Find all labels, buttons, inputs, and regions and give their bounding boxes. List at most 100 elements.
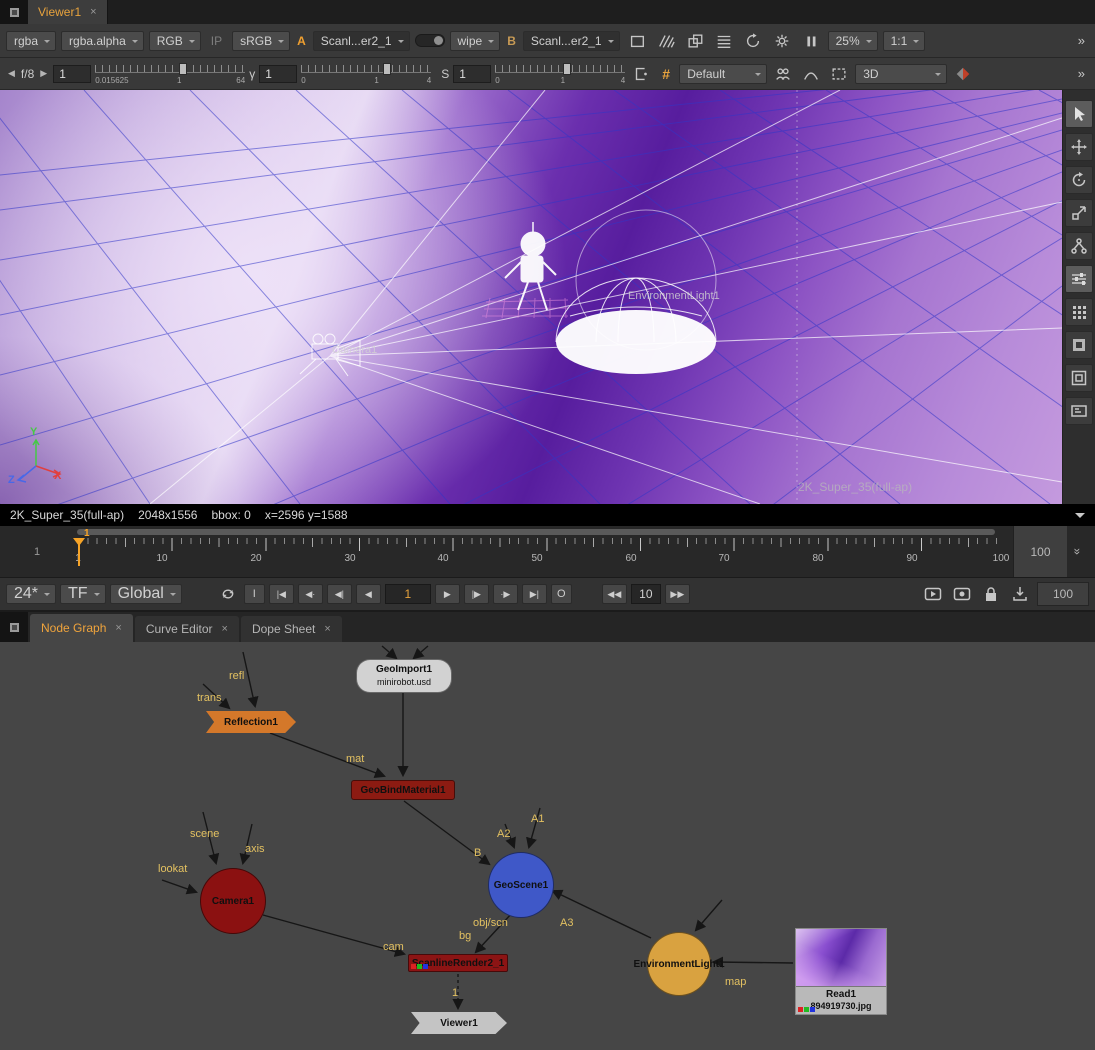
gamma-slider[interactable]: 0 1 4 [301, 60, 431, 88]
scale-icon[interactable] [1065, 199, 1093, 227]
capture-icon[interactable] [950, 583, 974, 605]
gamma-input[interactable]: 1 [259, 65, 297, 83]
close-icon[interactable]: × [324, 623, 330, 635]
saturation-slider[interactable]: 0 1 4 [495, 60, 625, 88]
step-back-button[interactable]: ◀| [327, 584, 352, 604]
roi-icon[interactable] [629, 63, 653, 85]
panel-grip[interactable] [0, 0, 28, 24]
timeline-expand-chevrons[interactable]: » [1053, 541, 1095, 563]
refresh-icon[interactable] [741, 30, 765, 52]
goto-start-button[interactable]: |◀ [269, 584, 294, 604]
square-outline-icon[interactable] [625, 30, 649, 52]
frame-increment-field[interactable]: 10 [631, 584, 661, 604]
node-environmentlight1[interactable]: EnvironmentLight1 [647, 932, 711, 996]
view-mode-dropdown[interactable]: 3D [855, 64, 947, 84]
lut-dropdown[interactable]: Default [679, 64, 767, 84]
gain-slider-track[interactable] [95, 65, 245, 73]
rotate-icon[interactable] [1065, 166, 1093, 194]
tab-node-graph[interactable]: Node Graph × [30, 614, 133, 642]
colorspace-dropdown[interactable]: sRGB [232, 31, 290, 51]
jump-forward-button[interactable]: ▶▶ [665, 584, 690, 604]
horizontal-lines-icon[interactable] [712, 30, 736, 52]
pause-icon[interactable] [799, 30, 823, 52]
play-forward-button[interactable]: ▶ [435, 584, 460, 604]
node-read1[interactable]: Read1 894919730.jpg [795, 928, 887, 1015]
tf-dropdown[interactable]: TF [60, 584, 106, 604]
node-camera1[interactable]: Camera1 [200, 868, 266, 934]
node-geoscene1[interactable]: GeoScene1 [488, 852, 554, 918]
tab-viewer1[interactable]: Viewer1 × [28, 0, 108, 24]
range-mode-dropdown[interactable]: Global [110, 584, 182, 604]
fstop-decrease-icon[interactable]: ◀ [6, 68, 17, 79]
toolbar2-overflow-chevrons[interactable]: » [1074, 66, 1089, 81]
sliders-icon[interactable] [1065, 265, 1093, 293]
toolbar-overflow-chevrons[interactable]: » [1074, 33, 1089, 48]
tab-curve-editor[interactable]: Curve Editor × [135, 616, 239, 642]
step-forward-button[interactable]: |▶ [464, 584, 489, 604]
curve-icon[interactable] [799, 63, 823, 85]
fps-dropdown[interactable]: 24* [6, 584, 56, 604]
lock-icon[interactable] [979, 583, 1003, 605]
tab-dope-sheet[interactable]: Dope Sheet × [241, 616, 342, 642]
play-backward-button[interactable]: ◀ [356, 584, 381, 604]
node-geoimport1[interactable]: GeoImport1 minirobot.usd [356, 659, 452, 693]
goto-end-button[interactable]: ▶| [522, 584, 547, 604]
close-icon[interactable]: × [115, 622, 121, 634]
color-swatch-icon[interactable] [951, 63, 975, 85]
next-keyframe-button[interactable]: ·▶ [493, 584, 518, 604]
filled-square-icon[interactable] [1065, 331, 1093, 359]
wipe-mode-dropdown[interactable]: wipe [450, 31, 501, 51]
saturation-input[interactable]: 1 [453, 65, 491, 83]
panel-grip[interactable] [0, 612, 28, 642]
alpha-channel-dropdown[interactable]: rgba.alpha [61, 31, 144, 51]
gamma-slider-track[interactable] [301, 65, 431, 73]
range-end-field[interactable]: 100 [1037, 582, 1089, 606]
3d-viewport[interactable]: Camera1 EnvironmentLight1 2K_Super_35(fu… [0, 90, 1062, 504]
close-icon[interactable]: × [222, 623, 228, 635]
display-mode-dropdown[interactable]: RGB [149, 31, 201, 51]
gain-slider[interactable]: 0.015625 1 64 [95, 60, 245, 88]
overlapping-squares-icon[interactable] [683, 30, 707, 52]
b-buffer-label[interactable]: B [505, 34, 518, 48]
diagonal-stripes-icon[interactable] [654, 30, 678, 52]
grid-icon[interactable] [1065, 298, 1093, 326]
export-icon[interactable] [1008, 583, 1032, 605]
display-icon[interactable] [1065, 397, 1093, 425]
saturation-slider-handle[interactable] [563, 63, 571, 75]
flipbook-play-icon[interactable] [921, 583, 945, 605]
jump-back-button[interactable]: ◀◀ [602, 584, 627, 604]
prev-keyframe-button[interactable]: ◀· [298, 584, 323, 604]
node-geobindmaterial1[interactable]: GeoBindMaterial1 [351, 780, 455, 800]
marquee-icon[interactable] [827, 63, 851, 85]
node-reflection1[interactable]: Reflection1 [206, 711, 296, 733]
loop-mode-icon[interactable] [216, 583, 240, 605]
gamma-slider-handle[interactable] [383, 63, 391, 75]
node-graph-canvas[interactable]: GeoImport1 minirobot.usd Reflection1 Geo… [0, 642, 1095, 1050]
frame-square-icon[interactable] [1065, 364, 1093, 392]
ab-blend-slider[interactable] [415, 34, 445, 47]
close-icon[interactable]: × [90, 7, 96, 18]
saturation-slider-track[interactable] [495, 65, 625, 73]
people-icon[interactable] [771, 63, 795, 85]
current-frame-field[interactable]: 1 [385, 584, 431, 604]
translate-icon[interactable] [1065, 133, 1093, 161]
gain-input[interactable]: 1 [53, 65, 91, 83]
timeline-scrollbar[interactable] [77, 529, 995, 535]
node-viewer1[interactable]: Viewer1 [411, 1012, 507, 1034]
gain-slider-handle[interactable] [179, 63, 187, 75]
node-scanlinerender2-1[interactable]: ScanlineRender2_1 [408, 954, 508, 972]
zoom-dropdown[interactable]: 25% [828, 31, 878, 51]
a-source-dropdown[interactable]: Scanl...er2_1 [313, 31, 410, 51]
format-dropdown-icon[interactable] [1075, 513, 1085, 523]
set-out-button[interactable]: O [551, 584, 572, 604]
ab-blend-knob[interactable] [434, 36, 443, 45]
input-process-button[interactable]: IP [206, 31, 227, 51]
timeline-ruler[interactable]: 1 10 20 30 40 50 60 70 80 90 100 1 [75, 526, 1005, 577]
gear-icon[interactable] [770, 30, 794, 52]
proxy-dropdown[interactable]: 1:1 [883, 31, 926, 51]
set-in-button[interactable]: I [244, 584, 265, 604]
a-buffer-label[interactable]: A [295, 34, 308, 48]
axis-link-icon[interactable] [1065, 232, 1093, 260]
cursor-icon[interactable] [1065, 100, 1093, 128]
grid-hash-icon[interactable]: # [657, 66, 675, 82]
